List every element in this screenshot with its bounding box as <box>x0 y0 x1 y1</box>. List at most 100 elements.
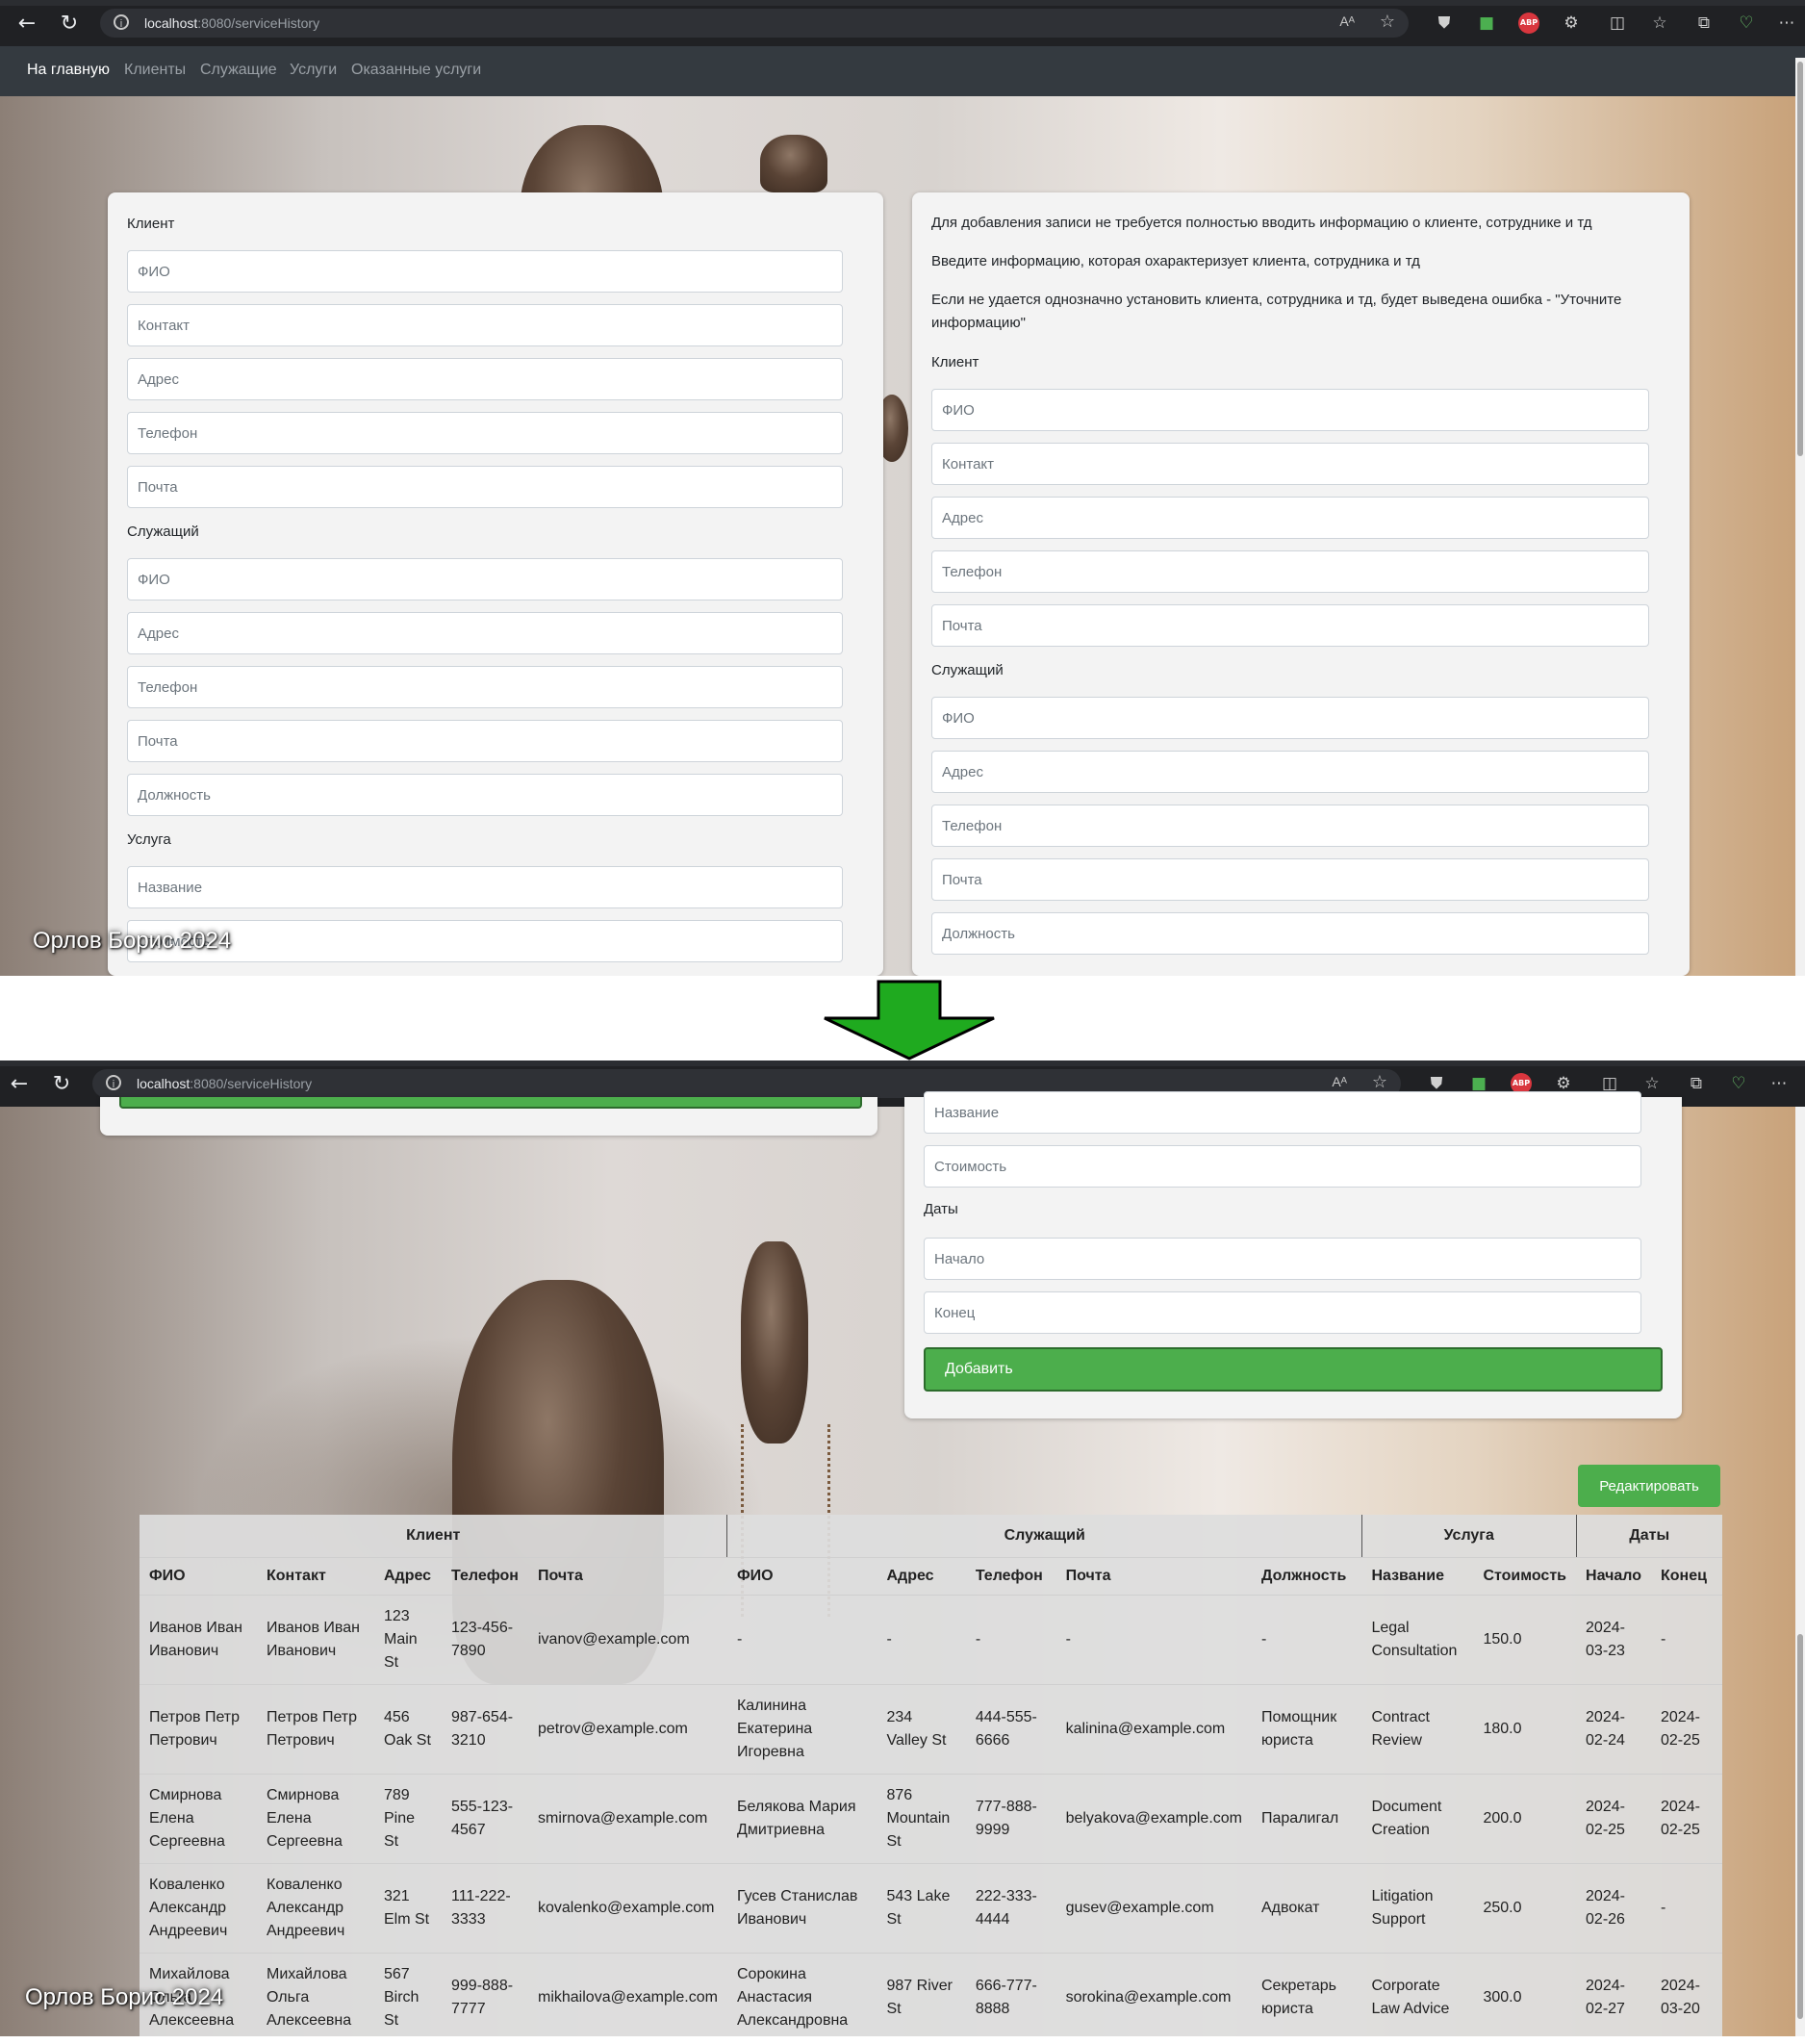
screenshot-top: ← ↻ i localhost:8080/serviceHistory Aᴬ ☆… <box>0 0 1805 976</box>
health-icon[interactable]: ♡ <box>1736 13 1757 34</box>
client-phone-input[interactable] <box>931 550 1649 593</box>
client-name-input[interactable] <box>127 250 843 293</box>
employee-phone-input[interactable] <box>127 666 843 708</box>
table-cell: 999-888-7777 <box>442 1953 528 2036</box>
table-row[interactable]: Коваленко Александр Андреевич Коваленко … <box>140 1863 1722 1954</box>
date-end-input[interactable] <box>924 1291 1641 1334</box>
adblock-icon[interactable]: ABP <box>1518 13 1539 34</box>
employee-email-input[interactable] <box>127 720 843 762</box>
employee-address-input[interactable] <box>127 612 843 654</box>
edit-button[interactable]: Редактировать <box>1578 1465 1720 1507</box>
table-cell: petrov@example.com <box>528 1684 727 1775</box>
health-icon[interactable]: ♡ <box>1728 1073 1749 1094</box>
section-client-label: Клиент <box>127 216 175 232</box>
nav-services[interactable]: Услуги <box>290 62 337 79</box>
address-bar[interactable]: i localhost:8080/serviceHistory Aᴬ ☆ <box>100 9 1409 38</box>
hint-error: Если не удается однозначно установить кл… <box>931 292 1622 331</box>
info-icon[interactable]: i <box>106 1075 121 1090</box>
nav-home[interactable]: На главную <box>27 62 110 79</box>
group-employee: Служащий <box>726 1515 1362 1558</box>
table-row[interactable]: Петров Петр Петрович Петров Петр Петрови… <box>140 1684 1722 1775</box>
employee-phone-input[interactable] <box>931 805 1649 847</box>
client-email-input[interactable] <box>127 466 843 508</box>
table-cell: mikhailova@example.com <box>528 1953 727 2036</box>
client-phone-input[interactable] <box>127 412 843 454</box>
table-row[interactable]: Михайлова Ольга Алексеевна Михайлова Оль… <box>140 1953 1722 2036</box>
table-cell: 555-123-4567 <box>442 1774 528 1864</box>
table-cell: Document Creation <box>1361 1774 1474 1864</box>
date-start-input[interactable] <box>924 1238 1641 1280</box>
add-button[interactable]: Добавить <box>924 1347 1663 1392</box>
read-aloud-icon[interactable]: Aᴬ <box>1339 13 1355 29</box>
table-cell: Corporate Law Advice <box>1361 1953 1474 2036</box>
nav-employees[interactable]: Служащие <box>200 62 277 79</box>
favorites-icon[interactable]: ☆ <box>1641 1073 1663 1094</box>
favorites-icon[interactable]: ☆ <box>1649 13 1670 34</box>
reload-icon[interactable]: ↻ <box>56 12 83 37</box>
section-employee-label: Служащий <box>127 524 199 540</box>
add-button-edge[interactable] <box>119 1097 862 1109</box>
employee-position-input[interactable] <box>931 912 1649 955</box>
service-name-input[interactable] <box>127 866 843 908</box>
nav-clients[interactable]: Клиенты <box>124 62 186 79</box>
employee-name-input[interactable] <box>931 697 1649 739</box>
table-cell: Белякова Мария Дмитриевна <box>726 1774 877 1864</box>
tab-strip <box>0 1060 1805 1066</box>
browser-toolbar: ← ↻ i localhost:8080/serviceHistory Aᴬ ☆… <box>0 0 1805 46</box>
table-cell: 777-888-9999 <box>965 1774 1056 1864</box>
collections-icon[interactable]: ⧉ <box>1693 13 1715 34</box>
favorite-star-icon[interactable]: ☆ <box>1380 12 1395 32</box>
back-icon[interactable]: ← <box>6 1072 33 1097</box>
back-icon[interactable]: ← <box>13 12 40 37</box>
client-name-input[interactable] <box>931 389 1649 431</box>
address-url: localhost:8080/serviceHistory <box>137 1076 313 1091</box>
page-scrollbar[interactable] <box>1795 1107 1805 2036</box>
table-cell: kovalenko@example.com <box>528 1863 727 1954</box>
page-scrollbar[interactable] <box>1795 58 1805 976</box>
table-cell: - <box>877 1595 966 1685</box>
scrollbar-thumb[interactable] <box>1797 1634 1803 2019</box>
table-cell: 543 Lake St <box>877 1863 966 1954</box>
favorite-star-icon[interactable]: ☆ <box>1372 1072 1387 1092</box>
service-cost-input[interactable] <box>924 1145 1641 1188</box>
puzzle-icon[interactable]: ⚙ <box>1561 13 1582 34</box>
table-cell: 2024-02-25 <box>1576 1774 1651 1864</box>
scrollbar-thumb[interactable] <box>1797 62 1803 456</box>
client-email-input[interactable] <box>931 604 1649 647</box>
more-icon[interactable]: ⋯ <box>1768 1073 1790 1094</box>
col-employee-phone: Телефон <box>965 1557 1056 1596</box>
col-client-contact: Контакт <box>257 1557 374 1596</box>
table-cell: - <box>1252 1595 1362 1685</box>
extension-icon[interactable]: ■ <box>1476 13 1497 34</box>
read-aloud-icon[interactable]: Aᴬ <box>1332 1074 1347 1089</box>
client-contact-input[interactable] <box>931 443 1649 485</box>
section-dates-label: Даты <box>924 1201 958 1217</box>
table-cell: 234 Valley St <box>877 1684 966 1775</box>
table-cell: 2024-02-24 <box>1576 1684 1651 1775</box>
table-row[interactable]: Смирнова Елена Сергеевна Смирнова Елена … <box>140 1774 1722 1864</box>
table-cell: ivanov@example.com <box>528 1595 727 1685</box>
collections-icon[interactable]: ⧉ <box>1686 1073 1707 1094</box>
reload-icon[interactable]: ↻ <box>48 1072 75 1097</box>
table-row[interactable]: Иванов Иван Иванович Иванов Иван Иванови… <box>140 1595 1722 1685</box>
employee-name-input[interactable] <box>127 558 843 600</box>
shield-icon[interactable]: ⛊ <box>1434 13 1455 34</box>
employee-position-input[interactable] <box>127 774 843 816</box>
client-address-input[interactable] <box>127 358 843 400</box>
employee-address-input[interactable] <box>931 751 1649 793</box>
service-name-input[interactable] <box>924 1091 1641 1134</box>
service-cost-input[interactable] <box>127 920 843 962</box>
table-cell: Адвокат <box>1252 1863 1362 1954</box>
split-icon[interactable]: ◫ <box>1607 13 1628 34</box>
table-cell: 456 Oak St <box>374 1684 442 1775</box>
more-icon[interactable]: ⋯ <box>1776 13 1797 34</box>
client-address-input[interactable] <box>931 497 1649 539</box>
client-contact-input[interactable] <box>127 304 843 346</box>
table-cell: Сорокина Анастасия Александровна <box>726 1953 877 2036</box>
hint-partial-info: Для добавления записи не требуется полно… <box>931 215 1592 231</box>
table-cell: 2024-02-26 <box>1576 1863 1651 1954</box>
info-icon[interactable]: i <box>114 14 129 30</box>
screenshot-bottom: ← ↻ i localhost:8080/serviceHistory Aᴬ ☆… <box>0 1060 1805 2036</box>
employee-email-input[interactable] <box>931 858 1649 901</box>
nav-service-history[interactable]: Оказанные услуги <box>351 62 481 79</box>
